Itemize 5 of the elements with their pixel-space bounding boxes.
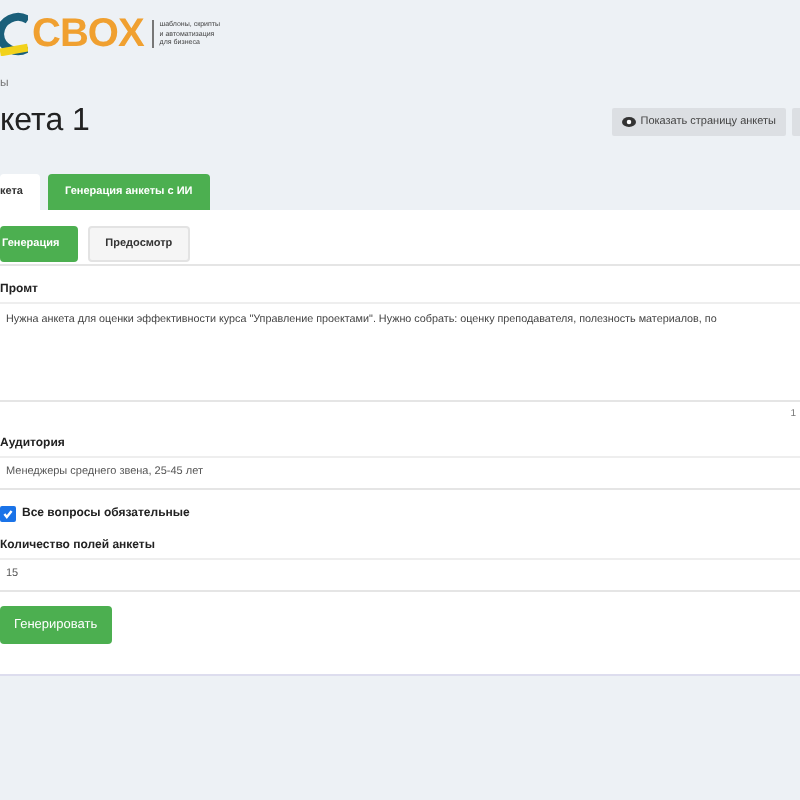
logo-icon [0, 12, 28, 56]
page-title: кета 1 [0, 104, 90, 140]
logo-text: CBOX [32, 11, 144, 57]
eye-icon [622, 116, 637, 128]
checkbox[interactable] [0, 506, 16, 522]
